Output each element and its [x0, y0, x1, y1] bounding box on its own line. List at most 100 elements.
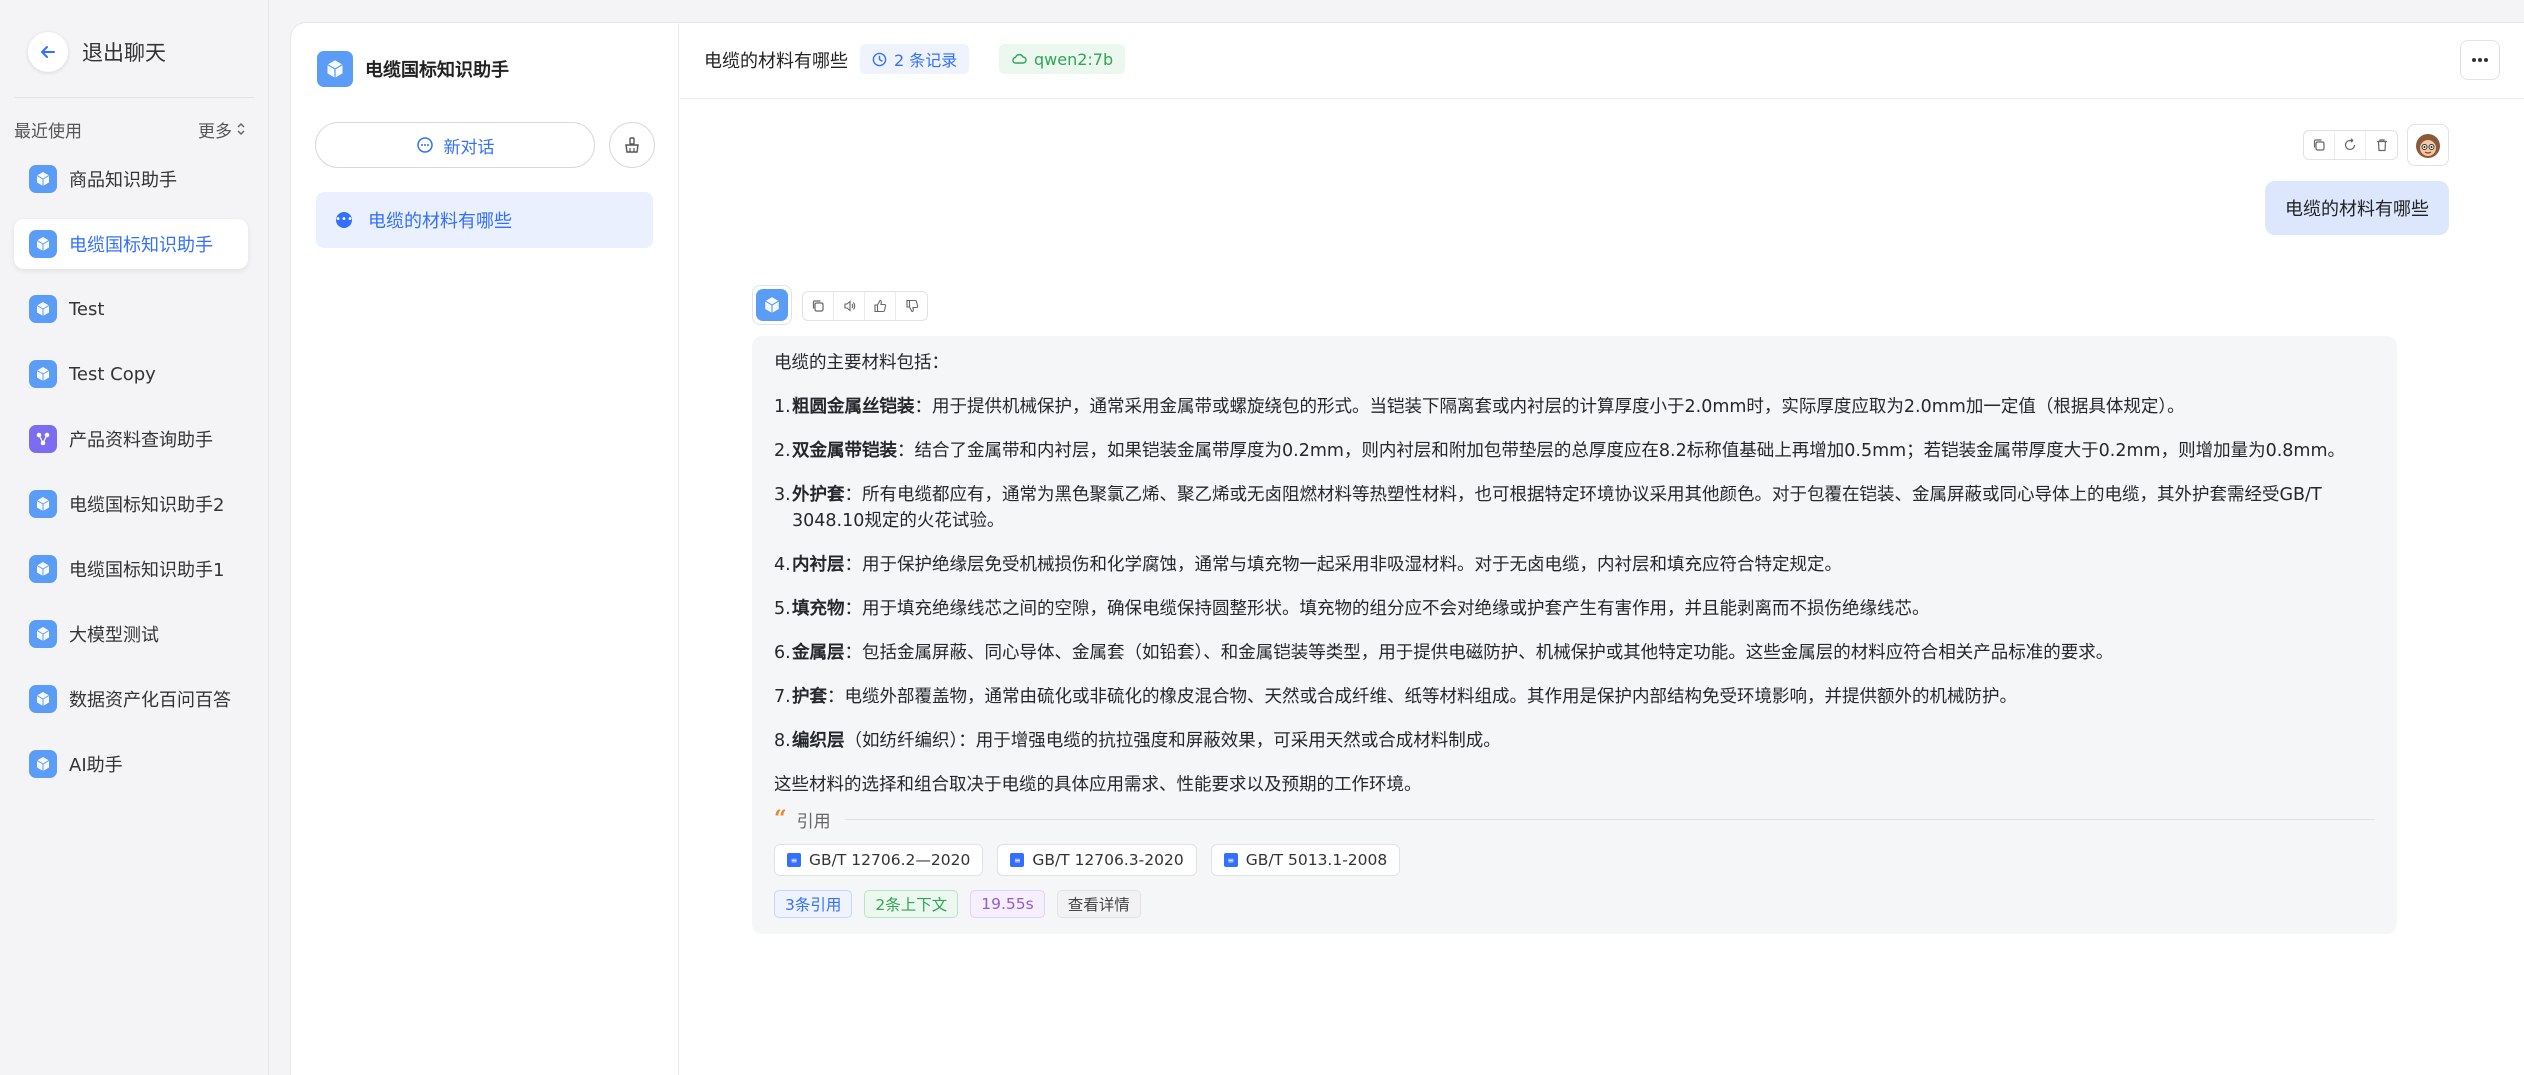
clear-history-button[interactable] — [609, 122, 655, 168]
material-term: 护套 — [792, 687, 827, 707]
sidebar-item-app[interactable]: 电缆国标知识助手1 — [14, 544, 248, 594]
copy-icon[interactable] — [803, 292, 834, 320]
copy-icon[interactable] — [2304, 131, 2335, 159]
list-item: 7. 护套：电缆外部覆盖物，通常由硫化或非硫化的橡皮混合物、天然或合成纤维、纸等材… — [774, 684, 2375, 710]
material-desc: ：用于填充绝缘线芯之间的空隙，确保电缆保持圆整形状。填充物的组分应不会对绝缘或护… — [844, 599, 1930, 619]
list-item: 1. 粗圆金属丝铠装：用于提供机械保护，通常采用金属带或螺旋绕包的形式。当铠装下隔… — [774, 394, 2375, 420]
citation-chip[interactable]: ≡ GB/T 12706.2—2020 — [774, 844, 984, 876]
sidebar-item-app[interactable]: Test Copy — [14, 349, 248, 399]
cartoon-avatar-icon — [2416, 134, 2440, 158]
sidebar-item-app[interactable]: AI助手 — [14, 739, 248, 789]
assistant-avatar — [752, 285, 792, 325]
citation-title[interactable]: GB/T 5013.1-2008 — [1246, 851, 1388, 869]
material-term: 填充物 — [792, 599, 845, 619]
list-number: 6. — [774, 643, 791, 663]
sidebar-item-label: 电缆国标知识助手 — [69, 235, 213, 256]
material-desc: ：电缆外部覆盖物，通常由硫化或非硫化的橡皮混合物、天然或合成纤维、纸等材料组成。… — [827, 687, 2017, 707]
sort-arrows-icon — [237, 122, 245, 136]
list-number: 4. — [774, 555, 791, 575]
list-number: 1. — [774, 397, 791, 417]
citation-chip[interactable]: ≡ GB/T 5013.1-2008 — [1210, 844, 1401, 876]
sidebar-item-label: 数据资产化百问百答 — [69, 690, 231, 711]
response-time-badge: 19.55s — [970, 890, 1045, 918]
material-term: 双金属带铠装 — [792, 441, 897, 461]
chat-dots-icon: ••• — [335, 212, 353, 228]
sidebar-item-app[interactable]: 数据资产化百问百答 — [14, 674, 248, 724]
cube-app-icon — [29, 620, 57, 648]
sidebar-item-label: Test — [69, 298, 105, 320]
material-desc: ：用于保护绝缘层免受机械损伤和化学腐蚀，通常与填充物一起采用非吸湿材料。对于无卤… — [844, 555, 1843, 575]
user-message-toolbar — [2303, 130, 2398, 160]
more-menu-button[interactable] — [2460, 40, 2500, 80]
list-item: 2. 双金属带铠装：结合了金属带和内衬层，如果铠装金属带厚度为0.2mm，则内衬层… — [774, 438, 2375, 464]
list-item: 6. 金属层：包括金属屏蔽、同心导体、金属套（如铅套）、和金属铠装等类型，用于提供… — [774, 640, 2375, 666]
list-item: 5. 填充物：用于填充绝缘线芯之间的空隙，确保电缆保持圆整形状。填充物的组分应不会… — [774, 596, 2375, 622]
chat-header: 电缆的材料有哪些 2 条记录 qwen2:7b — [680, 23, 2524, 99]
sidebar-item-app[interactable]: 商品知识助手 — [14, 154, 248, 204]
chat-title: 电缆的材料有哪些 — [704, 51, 848, 72]
new-chat-button[interactable]: 新对话 — [315, 122, 595, 168]
conversation-item[interactable]: ••• 电缆的材料有哪些 — [316, 192, 653, 248]
app-name: 电缆国标知识助手 — [365, 60, 509, 81]
list-item: 4. 内衬层：用于保护绝缘层免受机械损伤和化学腐蚀，通常与填充物一起采用非吸湿材料… — [774, 552, 2375, 578]
assistant-message-toolbar — [802, 291, 928, 321]
back-arrow-icon[interactable] — [28, 32, 68, 72]
sidebar-item-app-active[interactable]: 电缆国标知识助手 — [14, 219, 248, 269]
sidebar-item-label: 商品知识助手 — [69, 170, 177, 191]
thumbs-down-icon[interactable] — [896, 292, 927, 320]
list-number: 8. — [774, 731, 791, 751]
answer-list: 1. 粗圆金属丝铠装：用于提供机械保护，通常采用金属带或螺旋绕包的形式。当铠装下隔… — [774, 394, 2375, 754]
sidebar-item-app[interactable]: 大模型测试 — [14, 609, 248, 659]
sidebar-item-app[interactable]: 电缆国标知识助手2 — [14, 479, 248, 529]
app-header: 电缆国标知识助手 — [317, 51, 509, 87]
material-term: 外护套 — [792, 485, 845, 505]
new-chat-label[interactable]: 新对话 — [444, 133, 495, 158]
citation-title[interactable]: GB/T 12706.3-2020 — [1032, 851, 1183, 869]
exit-chat[interactable]: 退出聊天 — [28, 32, 166, 72]
model-name: qwen2:7b — [1034, 49, 1114, 69]
context-count-badge[interactable]: 2条上下文 — [864, 890, 959, 918]
answer-intro: 电缆的主要材料包括： — [774, 353, 949, 373]
cube-app-icon — [317, 51, 353, 87]
more-label[interactable]: 更多 — [198, 117, 232, 142]
exit-chat-label[interactable]: 退出聊天 — [82, 37, 166, 67]
material-desc: ：包括金属屏蔽、同心导体、金属套（如铅套）、和金属铠装等类型，用于提供电磁防护、… — [844, 643, 2114, 663]
user-message: 电缆的材料有哪些 — [2265, 181, 2449, 235]
records-count: 2 条记录 — [894, 51, 958, 70]
more-button[interactable]: 更多 — [198, 117, 246, 142]
citation-count-badge[interactable]: 3条引用 — [774, 890, 853, 918]
sidebar-item-app[interactable]: Test — [14, 284, 248, 334]
list-item: 3. 外护套：所有电缆都应有，通常为黑色聚氯乙烯、聚乙烯或无卤阻燃材料等热塑性材料… — [774, 482, 2375, 534]
citation-chip[interactable]: ≡ GB/T 12706.3-2020 — [997, 844, 1197, 876]
material-desc: ：所有电缆都应有，通常为黑色聚氯乙烯、聚乙烯或无卤阻燃材料等热塑性材料，也可根据… — [792, 485, 2322, 531]
clock-icon — [872, 52, 887, 66]
list-number: 5. — [774, 599, 791, 619]
chat-bubble-icon — [416, 137, 433, 153]
delete-icon[interactable] — [2366, 131, 2397, 159]
citation-header: “ 引用 — [774, 806, 2375, 832]
conversation-title[interactable]: 电缆的材料有哪些 — [368, 207, 512, 233]
sidebar-item-app[interactable]: 产品资料查询助手 — [14, 414, 248, 464]
cube-app-icon — [756, 289, 788, 321]
speaker-icon[interactable] — [834, 292, 865, 320]
citation-title[interactable]: GB/T 12706.2—2020 — [809, 851, 970, 869]
cube-app-icon — [29, 165, 57, 193]
ellipsis-icon — [2472, 58, 2488, 62]
app-list: 商品知识助手 电缆国标知识助手 Test Test Copy 产品资料查询助手 … — [14, 154, 248, 804]
material-desc: ：用于提供机械保护，通常采用金属带或螺旋绕包的形式。当铠装下隔离套或内衬层的计算… — [914, 397, 2185, 417]
sidebar-item-label: 电缆国标知识助手2 — [69, 495, 225, 516]
response-stats: 3条引用 2条上下文 19.55s 查看详情 — [774, 890, 2375, 918]
retry-icon[interactable] — [2335, 131, 2366, 159]
citation-label: 引用 — [796, 811, 831, 832]
list-number: 7. — [774, 687, 791, 707]
left-sidebar: 退出聊天 最近使用 更多 商品知识助手 电缆国标知识助手 Test Test C… — [0, 0, 269, 1075]
sidebar-item-label: 大模型测试 — [69, 625, 159, 646]
thumbs-up-icon[interactable] — [865, 292, 896, 320]
list-number: 3. — [774, 485, 791, 505]
cloud-icon — [1012, 53, 1027, 64]
view-details-button[interactable]: 查看详情 — [1056, 890, 1141, 918]
cube-app-icon — [29, 555, 57, 583]
citation-divider — [844, 818, 2375, 820]
citation-list: ≡ GB/T 12706.2—2020 ≡ GB/T 12706.3-2020 ≡ G… — [774, 844, 2375, 876]
document-icon: ≡ — [1010, 853, 1025, 867]
